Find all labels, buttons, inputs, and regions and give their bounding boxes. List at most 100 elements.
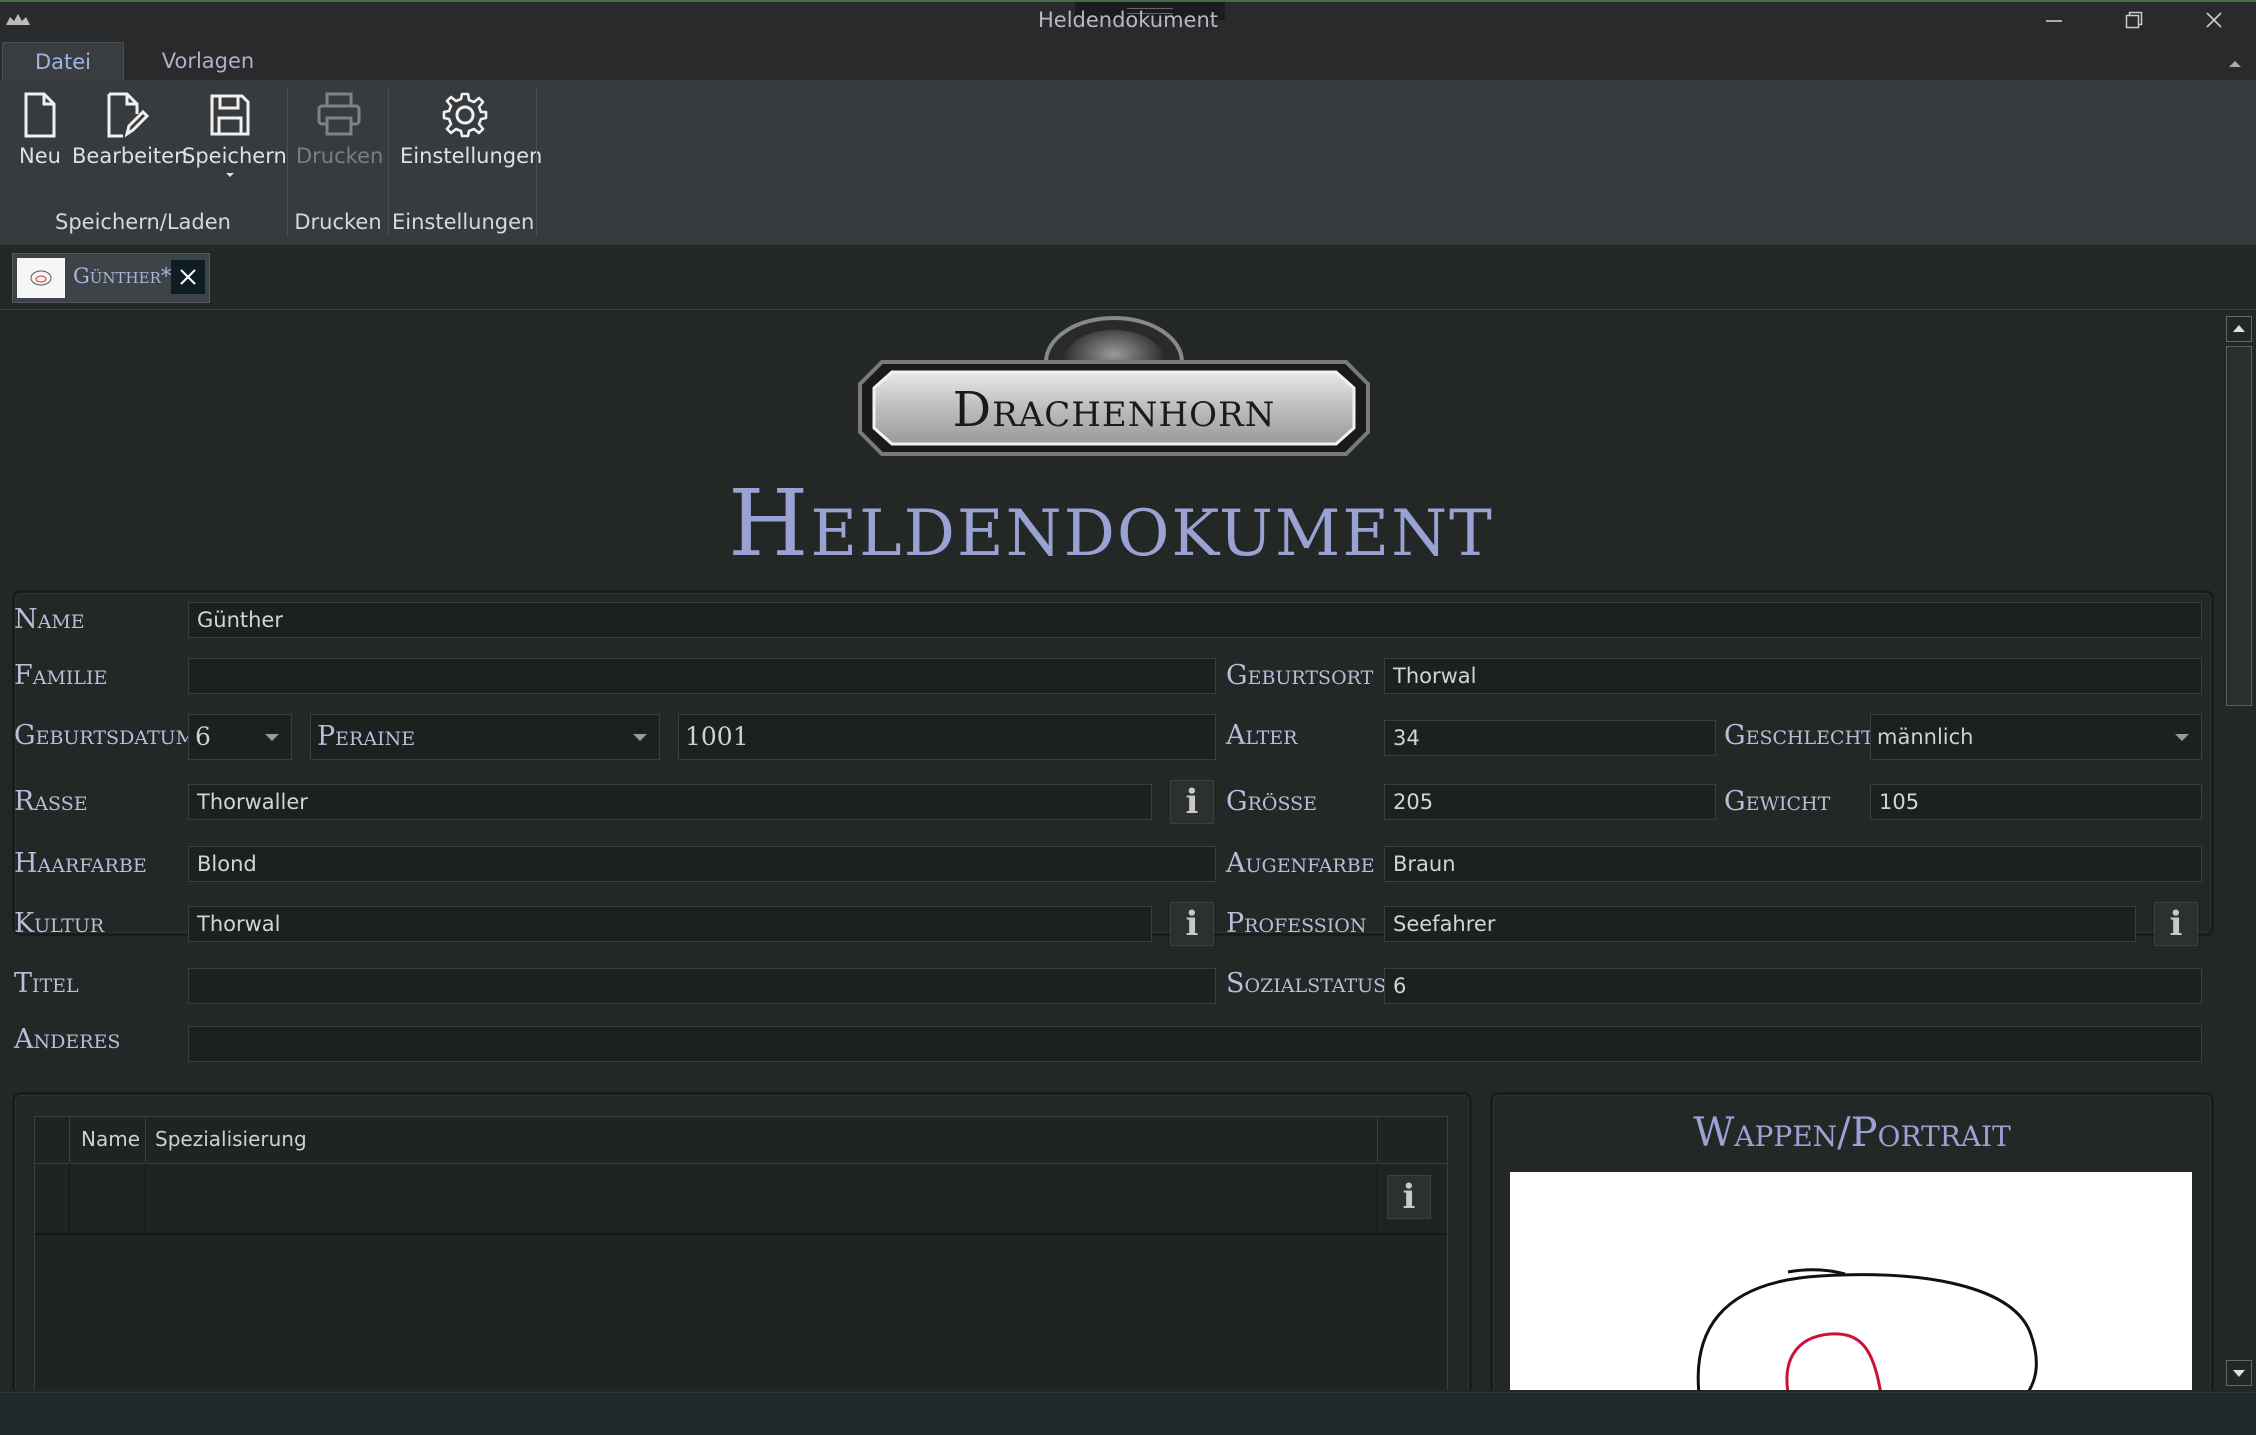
gewicht-field[interactable]: 105 bbox=[1870, 784, 2202, 820]
print-button[interactable]: Drucken bbox=[296, 90, 384, 168]
kultur-field[interactable]: Thorwal bbox=[188, 906, 1152, 942]
logo-text: Drachenhorn bbox=[952, 382, 1276, 438]
chevron-down-icon bbox=[265, 734, 279, 741]
save-icon bbox=[210, 94, 250, 136]
label-geburtsort: Geburtsort bbox=[1226, 660, 1374, 691]
tab-vorlagen[interactable]: Vorlagen bbox=[150, 42, 266, 80]
info-icon: i bbox=[1402, 1177, 1416, 1217]
augenfarbe-field[interactable]: Braun bbox=[1384, 846, 2202, 882]
ribbon-tabs: Datei Vorlagen bbox=[0, 42, 2256, 81]
label-alter: Alter bbox=[1226, 720, 1298, 751]
label-groesse: Größe bbox=[1226, 786, 1318, 817]
label-geburtsdatum: Geburtsdatum bbox=[14, 720, 196, 751]
birth-year-value: 1001 bbox=[685, 722, 749, 751]
geschlecht-select[interactable]: männlich bbox=[1870, 714, 2202, 760]
rasse-info-button[interactable]: i bbox=[1170, 780, 1214, 824]
tab-datei[interactable]: Datei bbox=[2, 42, 124, 80]
birth-month-select[interactable]: Peraine bbox=[310, 714, 660, 760]
label-rasse: Rasse bbox=[14, 786, 88, 817]
specialization-info-button[interactable]: i bbox=[1387, 1175, 1431, 1219]
minimize-icon bbox=[2046, 20, 2062, 22]
close-window-button[interactable] bbox=[2184, 6, 2244, 38]
gear-icon bbox=[442, 92, 488, 138]
edit-button[interactable]: Bearbeiten bbox=[72, 90, 187, 168]
group-label-speichern-laden: Speichern/Laden bbox=[55, 210, 231, 234]
portrait-title: Wappen/Portrait bbox=[1693, 1110, 2011, 1156]
document-tab-label: Günther* bbox=[73, 264, 172, 288]
title-bar: Heldendokument bbox=[0, 0, 2256, 42]
dropdown-arrow-icon bbox=[226, 173, 234, 177]
chevron-up-icon bbox=[2229, 61, 2241, 67]
label-gewicht: Gewicht bbox=[1724, 786, 1831, 817]
birth-day-value: 6 bbox=[195, 722, 211, 751]
printer-icon bbox=[317, 92, 361, 136]
table-row[interactable]: i bbox=[35, 1163, 1447, 1235]
group-label-drucken: Drucken bbox=[294, 210, 382, 234]
document-tab[interactable]: Günther* bbox=[12, 253, 210, 303]
label-kultur: Kultur bbox=[14, 908, 105, 939]
vertical-scrollbar[interactable] bbox=[2222, 310, 2256, 1390]
column-header-spezialisierung[interactable]: Spezialisierung bbox=[155, 1127, 307, 1151]
label-profession: Profession bbox=[1226, 908, 1367, 939]
group-label-einstellungen: Einstellungen bbox=[392, 210, 535, 234]
name-field[interactable]: Günther bbox=[188, 602, 2202, 638]
status-bar bbox=[0, 1392, 2256, 1435]
group-separator bbox=[388, 88, 389, 236]
profession-field[interactable]: Seefahrer bbox=[1384, 906, 2136, 942]
scroll-up-button[interactable] bbox=[2226, 316, 2252, 342]
label-geschlecht: Geschlecht bbox=[1724, 720, 1874, 751]
new-button[interactable]: Neu bbox=[12, 90, 68, 168]
label-sozialstatus: Sozialstatus bbox=[1226, 968, 1387, 999]
edit-label: Bearbeiten bbox=[72, 144, 188, 168]
arrow-down-icon bbox=[2233, 1370, 2245, 1377]
new-label: Neu bbox=[19, 144, 61, 168]
label-name: Name bbox=[14, 604, 85, 635]
settings-label: Einstellungen bbox=[400, 144, 543, 168]
group-separator bbox=[287, 88, 288, 236]
birth-month-value: Peraine bbox=[317, 721, 416, 752]
info-icon: i bbox=[2169, 904, 2183, 944]
close-tab-button[interactable] bbox=[171, 260, 205, 294]
restore-button[interactable] bbox=[2104, 6, 2164, 38]
birth-day-select[interactable]: 6 bbox=[188, 714, 292, 760]
page-title: Heldendokument bbox=[728, 470, 1494, 577]
info-icon: i bbox=[1185, 904, 1199, 944]
drachenhorn-logo: Drachenhorn bbox=[852, 314, 1376, 460]
birth-year-field[interactable]: 1001 bbox=[678, 714, 1216, 760]
geburtsort-field[interactable]: Thorwal bbox=[1384, 658, 2202, 694]
profession-info-button[interactable]: i bbox=[2154, 902, 2198, 946]
label-augenfarbe: Augenfarbe bbox=[1226, 848, 1375, 879]
minimize-button[interactable] bbox=[2024, 6, 2084, 38]
group-separator bbox=[536, 88, 537, 236]
tab-thumbnail bbox=[17, 258, 65, 298]
arrow-up-icon bbox=[2233, 325, 2245, 332]
print-label: Drucken bbox=[296, 144, 384, 168]
portrait-image[interactable] bbox=[1510, 1172, 2192, 1390]
save-label: Speichern bbox=[182, 144, 287, 168]
scroll-thumb[interactable] bbox=[2226, 346, 2252, 706]
groesse-field[interactable]: 205 bbox=[1384, 784, 1716, 820]
info-icon: i bbox=[1185, 782, 1199, 822]
label-titel: Titel bbox=[14, 968, 79, 999]
settings-button[interactable]: Einstellungen bbox=[400, 90, 542, 168]
chevron-down-icon bbox=[633, 734, 647, 741]
save-button[interactable]: Speichern bbox=[182, 90, 287, 184]
personal-data-section bbox=[12, 590, 2214, 936]
alter-field[interactable]: 34 bbox=[1384, 720, 1716, 756]
label-anderes: Anderes bbox=[14, 1024, 121, 1055]
haarfarbe-field[interactable]: Blond bbox=[188, 846, 1216, 882]
label-familie: Familie bbox=[14, 660, 108, 691]
close-icon bbox=[2206, 12, 2222, 28]
anderes-field[interactable] bbox=[188, 1026, 2202, 1062]
collapse-ribbon-button[interactable] bbox=[2226, 52, 2244, 76]
sozialstatus-field[interactable]: 6 bbox=[1384, 968, 2202, 1004]
document-tabs: Günther* bbox=[0, 245, 2256, 310]
rasse-field[interactable]: Thorwaller bbox=[188, 784, 1152, 820]
familie-field[interactable] bbox=[188, 658, 1216, 694]
titel-field[interactable] bbox=[188, 968, 1216, 1004]
scroll-down-button[interactable] bbox=[2226, 1360, 2252, 1386]
column-header-name[interactable]: Name bbox=[81, 1127, 140, 1151]
kultur-info-button[interactable]: i bbox=[1170, 902, 1214, 946]
ribbon: Neu Bearbeiten Speichern Drucken Einstel… bbox=[0, 80, 2256, 245]
document-content: Drachenhorn Heldendokument Name Günther … bbox=[0, 310, 2222, 1390]
